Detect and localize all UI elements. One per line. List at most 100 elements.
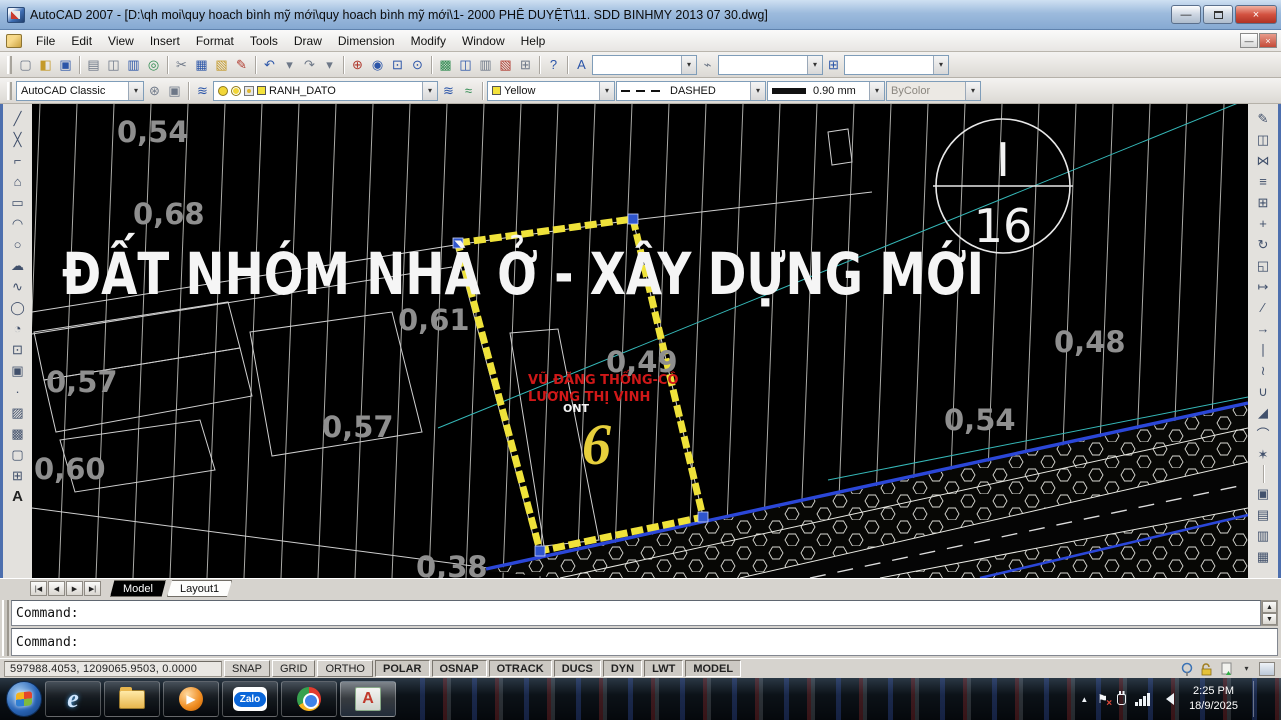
show-desktop-button[interactable]	[1263, 681, 1271, 717]
chevron-down-icon[interactable]: ▾	[681, 56, 696, 74]
offset-icon[interactable]: ≡	[1253, 171, 1274, 192]
plot-icon[interactable]: ▤	[84, 55, 103, 74]
chrome-button[interactable]	[281, 681, 337, 717]
scale-icon[interactable]: ◱	[1253, 255, 1274, 276]
stretch-icon[interactable]: ↦	[1253, 276, 1274, 297]
pan-icon[interactable]: ⊕	[348, 55, 367, 74]
menu-file[interactable]: File	[28, 31, 63, 51]
ortho-toggle[interactable]: ORTHO	[317, 660, 373, 677]
doc-close-button[interactable]: ×	[1259, 33, 1277, 48]
menu-insert[interactable]: Insert	[142, 31, 188, 51]
clean-screen-button[interactable]	[1259, 662, 1275, 676]
erase-icon[interactable]: ✎	[1253, 108, 1274, 129]
text-style-combo[interactable]: ▾	[592, 55, 697, 75]
plot-preview-icon[interactable]: ◫	[104, 55, 123, 74]
copy-object-icon[interactable]: ◫	[1253, 129, 1274, 150]
new-icon[interactable]: ▢	[16, 55, 35, 74]
move-icon[interactable]: +	[1253, 213, 1274, 234]
paste-icon[interactable]: ▧	[212, 55, 231, 74]
associated-standards-icon[interactable]	[1219, 661, 1234, 676]
table-style-combo[interactable]: ▾	[844, 55, 949, 75]
dim-style-icon[interactable]: ⌁	[698, 55, 717, 74]
menu-view[interactable]: View	[100, 31, 142, 51]
layer-combo[interactable]: RANH_DATO ▾	[213, 81, 438, 101]
first-tab-button[interactable]: |◀	[30, 581, 47, 596]
status-menu-chevron-icon[interactable]: ▾	[1239, 661, 1254, 676]
redo-dropdown-icon[interactable]: ▾	[320, 55, 339, 74]
menu-draw[interactable]: Draw	[286, 31, 330, 51]
region-icon[interactable]: ▢	[7, 444, 28, 465]
workspace-combo[interactable]: AutoCAD Classic ▾	[16, 81, 144, 101]
next-tab-button[interactable]: ▶	[66, 581, 83, 596]
ellipse-icon[interactable]: ◯	[7, 297, 28, 318]
start-button[interactable]	[6, 681, 42, 717]
revcloud-icon[interactable]: ☁	[7, 255, 28, 276]
ducs-toggle[interactable]: DUCS	[554, 660, 601, 677]
scroll-up-icon[interactable]: ▲	[1262, 601, 1277, 613]
undo-dropdown-icon[interactable]: ▾	[280, 55, 299, 74]
rectangle-icon[interactable]: ▭	[7, 192, 28, 213]
coordinates-readout[interactable]: 597988.4053, 1209065.9503, 0.0000	[4, 661, 222, 677]
tab-model[interactable]: Model	[110, 580, 166, 597]
publish-icon[interactable]: ▥	[124, 55, 143, 74]
close-button[interactable]: ×	[1235, 5, 1277, 24]
undo-icon[interactable]: ↶	[260, 55, 279, 74]
tab-layout1[interactable]: Layout1	[167, 580, 232, 597]
extend-icon[interactable]: →	[1253, 318, 1274, 339]
volume-icon[interactable]	[1160, 693, 1174, 705]
trim-icon[interactable]: ∕	[1253, 297, 1274, 318]
mirror-icon[interactable]: ⋈	[1253, 150, 1274, 171]
construction-line-icon[interactable]: ╳	[7, 129, 28, 150]
draworder-back-icon[interactable]: ▤	[1253, 504, 1274, 525]
linetype-combo[interactable]: DASHED ▾	[616, 81, 766, 101]
cut-icon[interactable]: ✂	[172, 55, 191, 74]
layer-thaw-icon[interactable]	[231, 86, 241, 96]
open-icon[interactable]: ◧	[36, 55, 55, 74]
explode-icon[interactable]: ✶	[1253, 444, 1274, 465]
toolbar-grip[interactable]	[7, 56, 12, 74]
layer-on-icon[interactable]	[218, 86, 228, 96]
layer-previous-icon[interactable]: ≋	[439, 81, 458, 100]
menu-format[interactable]: Format	[188, 31, 242, 51]
line-icon[interactable]: ╱	[7, 108, 28, 129]
osnap-toggle[interactable]: OSNAP	[432, 660, 487, 677]
join-icon[interactable]: ∪	[1253, 381, 1274, 402]
taskbar-clock[interactable]: 2:25 PM 18/9/2025	[1183, 684, 1244, 714]
layer-properties-icon[interactable]: ≋	[193, 81, 212, 100]
menu-dimension[interactable]: Dimension	[330, 31, 403, 51]
my-workspace-icon[interactable]: ▣	[165, 81, 184, 100]
table-icon[interactable]: ⊞	[7, 465, 28, 486]
doc-minimize-button[interactable]: —	[1240, 33, 1258, 48]
chevron-down-icon[interactable]: ▾	[422, 82, 437, 100]
layer-viewport-icon[interactable]	[244, 86, 254, 96]
dim-style-combo[interactable]: ▾	[718, 55, 823, 75]
draworder-above-icon[interactable]: ▥	[1253, 525, 1274, 546]
quickcalc-icon[interactable]: ⊞	[516, 55, 535, 74]
fillet-icon[interactable]: ⌒	[1253, 423, 1274, 444]
menu-modify[interactable]: Modify	[403, 31, 454, 51]
sheet-set-manager-icon[interactable]: ▥	[476, 55, 495, 74]
zalo-button[interactable]: Zalo	[222, 681, 278, 717]
array-icon[interactable]: ⊞	[1253, 192, 1274, 213]
menu-help[interactable]: Help	[513, 31, 554, 51]
break-at-point-icon[interactable]: ∣	[1253, 339, 1274, 360]
draworder-under-icon[interactable]: ▦	[1253, 546, 1274, 567]
make-block-icon[interactable]: ▣	[7, 360, 28, 381]
polygon-icon[interactable]: ⌂	[7, 171, 28, 192]
communication-center-icon[interactable]	[1179, 661, 1194, 676]
color-combo[interactable]: Yellow ▾	[487, 81, 615, 101]
last-tab-button[interactable]: ▶|	[84, 581, 101, 596]
chevron-down-icon[interactable]: ▾	[807, 56, 822, 74]
command-input-line[interactable]: Command:	[11, 628, 1278, 656]
command-window-grip[interactable]	[2, 600, 9, 656]
chevron-down-icon[interactable]: ▾	[128, 82, 143, 100]
table-style-icon[interactable]: ⊞	[824, 55, 843, 74]
insert-block-icon[interactable]: ⊡	[7, 339, 28, 360]
point-icon[interactable]: ·	[7, 381, 28, 402]
chevron-down-icon[interactable]: ▾	[869, 82, 884, 100]
dyn-toggle[interactable]: DYN	[603, 660, 642, 677]
menu-tools[interactable]: Tools	[242, 31, 286, 51]
prev-tab-button[interactable]: ◀	[48, 581, 65, 596]
lwt-toggle[interactable]: LWT	[644, 660, 683, 677]
save-icon[interactable]: ▣	[56, 55, 75, 74]
